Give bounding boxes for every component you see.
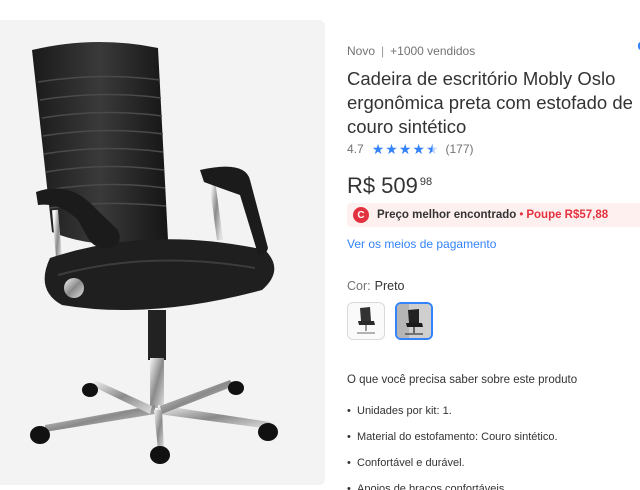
badge-separator: • bbox=[519, 209, 524, 221]
rating-row[interactable]: 4.7 ★ ★ ★ ★ ★ (177) bbox=[347, 142, 474, 156]
rating-value: 4.7 bbox=[347, 142, 364, 156]
star-icon: ★ bbox=[412, 141, 425, 157]
feature-item: Apoios de braços confortáveis. bbox=[347, 482, 558, 490]
product-title: Cadeira de escritório Mobly Oslo ergonôm… bbox=[347, 68, 633, 137]
star-icon: ★ bbox=[371, 141, 385, 157]
price-integer: 509 bbox=[381, 173, 418, 198]
product-image bbox=[30, 41, 278, 464]
best-price-label: Preço melhor encontrado bbox=[377, 209, 517, 221]
price-tag-icon: C bbox=[353, 207, 369, 223]
sold-count: +1000 vendidos bbox=[390, 44, 476, 58]
best-price-saving: Poupe R$57,88 bbox=[526, 209, 609, 221]
feature-list: Unidades por kit: 1. Material do estofam… bbox=[347, 404, 558, 490]
price-currency: R$ bbox=[347, 173, 376, 198]
swatch-thumbnail bbox=[357, 307, 375, 334]
color-label: Cor: Preto bbox=[347, 279, 405, 293]
condition-label: Novo bbox=[347, 44, 376, 58]
color-label-value: Preto bbox=[374, 279, 405, 293]
must-know-heading: O que você precisa saber sobre este prod… bbox=[347, 374, 578, 386]
payment-methods-link[interactable]: Ver os meios de pagamento bbox=[347, 237, 496, 251]
swatch-thumbnail bbox=[397, 304, 431, 338]
price: R$ 509 98 bbox=[347, 172, 432, 200]
star-icon: ★ bbox=[385, 141, 398, 157]
meta-separator: | bbox=[381, 44, 385, 58]
feature-item: Material do estofamento: Couro sintético… bbox=[347, 430, 558, 456]
review-count: (177) bbox=[445, 142, 474, 156]
best-price-badge[interactable]: C Preço melhor encontrado • Poupe R$57,8… bbox=[347, 203, 640, 227]
color-swatch-option-1[interactable] bbox=[347, 302, 385, 340]
feature-item: Confortável e durável. bbox=[347, 456, 558, 482]
product-image-panel[interactable] bbox=[0, 20, 325, 485]
feature-item: Unidades por kit: 1. bbox=[347, 404, 558, 430]
price-cents: 98 bbox=[419, 176, 433, 188]
star-half-icon: ★ bbox=[425, 141, 439, 157]
color-swatch-option-2-selected[interactable] bbox=[395, 302, 433, 340]
product-info: Novo | +1000 vendidos Cadeira de escritóri… bbox=[347, 0, 640, 490]
rating-stars: ★ ★ ★ ★ ★ bbox=[372, 142, 440, 156]
color-label-key: Cor: bbox=[347, 279, 371, 293]
product-meta: Novo | +1000 vendidos bbox=[347, 44, 475, 58]
star-icon: ★ bbox=[398, 141, 412, 157]
